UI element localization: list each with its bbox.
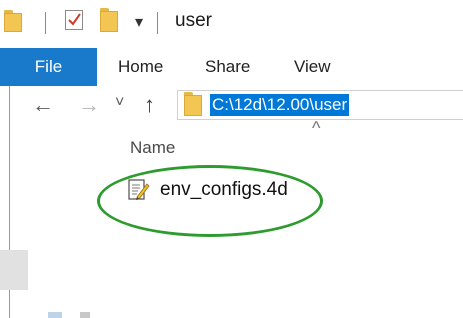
title-bar: ▾ user — [0, 0, 463, 48]
separator — [157, 12, 158, 34]
sort-ascending-icon: ^ — [312, 118, 321, 138]
tab-home[interactable]: Home — [118, 48, 163, 86]
highlight-ellipse — [97, 165, 323, 237]
folder-icon[interactable] — [4, 10, 22, 32]
properties-checkbox-icon[interactable] — [65, 10, 83, 30]
tab-file[interactable]: File — [0, 48, 97, 86]
address-path[interactable]: C:\12d\12.00\user — [210, 94, 350, 116]
new-folder-icon[interactable] — [100, 8, 118, 32]
tab-share[interactable]: Share — [205, 48, 250, 86]
back-button[interactable]: ← — [32, 94, 54, 116]
customize-dropdown-icon[interactable]: ▾ — [135, 12, 143, 32]
ribbon-tabs: File Home Share View — [0, 48, 463, 87]
navigation-pane-item[interactable] — [0, 250, 28, 290]
partial-icon — [80, 312, 90, 318]
up-button[interactable]: ↑ — [144, 94, 155, 116]
window-title: user — [175, 10, 212, 31]
drive-icon — [48, 312, 62, 318]
forward-button[interactable]: → — [78, 94, 100, 116]
column-header-name[interactable]: Name — [130, 138, 175, 158]
recent-locations-button[interactable]: ˅ — [115, 92, 124, 114]
navigation-bar: ← → ˅ ↑ C:\12d\12.00\user — [0, 86, 463, 126]
tab-view[interactable]: View — [294, 48, 331, 86]
separator — [45, 12, 46, 34]
folder-icon — [184, 92, 202, 116]
navigation-pane-item-partial — [30, 306, 90, 318]
